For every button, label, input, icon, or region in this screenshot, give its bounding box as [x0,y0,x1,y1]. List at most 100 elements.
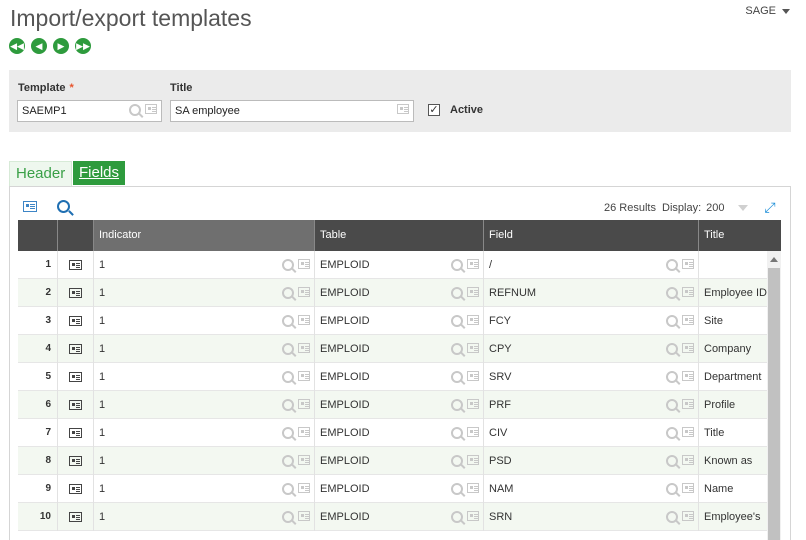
user-menu[interactable]: SAGE [745,5,790,17]
cell-field[interactable]: CPY [484,335,699,363]
details-icon[interactable] [467,371,479,381]
details-icon[interactable] [397,104,409,114]
cell-field[interactable]: CIV [484,419,699,447]
row-detail-button[interactable] [58,363,94,391]
search-icon[interactable] [666,483,678,495]
previous-record-icon[interactable]: ◀ [31,38,47,54]
details-icon[interactable] [298,427,310,437]
search-icon[interactable] [282,483,294,495]
column-header-table[interactable]: Table [315,220,484,251]
details-icon[interactable] [298,287,310,297]
details-icon[interactable] [467,399,479,409]
cell-title[interactable]: Employee ID [699,279,767,307]
details-icon[interactable] [69,288,82,298]
cell-table[interactable]: EMPLOID [315,447,484,475]
search-icon[interactable] [282,399,294,411]
details-icon[interactable] [467,483,479,493]
details-icon[interactable] [682,287,694,297]
vertical-scrollbar[interactable] [767,251,781,540]
search-icon[interactable] [666,259,678,271]
row-detail-button[interactable] [58,475,94,503]
search-icon[interactable] [451,315,463,327]
column-header-indicator[interactable]: Indicator [94,220,315,251]
row-detail-button[interactable] [58,391,94,419]
cell-title[interactable]: Company [699,335,767,363]
details-icon[interactable] [682,399,694,409]
search-icon[interactable] [451,343,463,355]
search-icon[interactable] [451,511,463,523]
search-icon[interactable] [282,371,294,383]
search-icon[interactable] [666,399,678,411]
search-icon[interactable] [666,287,678,299]
cell-title[interactable]: Known as [699,447,767,475]
details-icon[interactable] [682,259,694,269]
cell-field[interactable]: PSD [484,447,699,475]
search-icon[interactable] [282,427,294,439]
table-row[interactable]: 5 1 EMPLOID SRV Department [18,363,767,391]
cell-field[interactable]: SRN [484,503,699,531]
table-row[interactable]: 7 1 EMPLOID CIV Title [18,419,767,447]
column-header-title[interactable]: Title [699,220,781,251]
table-row[interactable]: 6 1 EMPLOID PRF Profile [18,391,767,419]
row-detail-button[interactable] [58,335,94,363]
first-record-icon[interactable]: ◀◀ [9,38,25,54]
search-icon[interactable] [666,511,678,523]
cell-table[interactable]: EMPLOID [315,363,484,391]
details-icon[interactable] [298,399,310,409]
cell-indicator[interactable]: 1 [94,503,315,531]
cell-indicator[interactable]: 1 [94,391,315,419]
cell-field[interactable]: FCY [484,307,699,335]
table-row[interactable]: 9 1 EMPLOID NAM Name [18,475,767,503]
cell-indicator[interactable]: 1 [94,363,315,391]
details-icon[interactable] [682,315,694,325]
cell-field[interactable]: PRF [484,391,699,419]
display-select[interactable]: Display: 200 [662,202,749,214]
details-icon[interactable] [467,455,479,465]
scroll-up-icon[interactable] [770,257,778,262]
search-icon[interactable] [451,455,463,467]
details-icon[interactable] [467,287,479,297]
next-record-icon[interactable]: ▶ [53,38,69,54]
details-icon[interactable] [69,344,82,354]
details-icon[interactable] [682,427,694,437]
search-icon[interactable] [451,399,463,411]
details-icon[interactable] [69,316,82,326]
cell-indicator[interactable]: 1 [94,447,315,475]
template-field[interactable]: SAEMP1 [17,100,162,122]
search-icon[interactable] [451,427,463,439]
tab-fields[interactable]: Fields [73,161,126,185]
row-detail-button[interactable] [58,279,94,307]
cell-table[interactable]: EMPLOID [315,419,484,447]
table-row[interactable]: 1 1 EMPLOID / [18,251,767,279]
search-icon[interactable] [451,483,463,495]
title-field[interactable]: SA employee [170,100,414,122]
search-icon[interactable] [282,259,294,271]
search-icon[interactable] [666,343,678,355]
tab-header[interactable]: Header [9,161,73,186]
details-icon[interactable] [69,484,82,494]
details-icon[interactable] [69,512,82,522]
row-detail-button[interactable] [58,251,94,279]
details-icon[interactable] [298,371,310,381]
details-icon[interactable] [467,511,479,521]
cell-table[interactable]: EMPLOID [315,307,484,335]
search-icon[interactable] [666,427,678,439]
cell-title[interactable]: Employee's [699,503,767,531]
cell-indicator[interactable]: 1 [94,475,315,503]
details-icon[interactable] [298,315,310,325]
details-icon[interactable] [298,483,310,493]
last-record-icon[interactable]: ▶▶ [75,38,91,54]
cell-indicator[interactable]: 1 [94,279,315,307]
cell-title[interactable]: Profile [699,391,767,419]
cell-field[interactable]: / [484,251,699,279]
cell-title[interactable]: Name [699,475,767,503]
cell-table[interactable]: EMPLOID [315,335,484,363]
search-icon[interactable] [666,371,678,383]
cell-table[interactable]: EMPLOID [315,251,484,279]
details-icon[interactable] [69,372,82,382]
scrollbar-thumb[interactable] [768,268,780,540]
details-icon[interactable] [682,343,694,353]
details-icon[interactable] [682,371,694,381]
details-icon[interactable] [298,343,310,353]
details-icon[interactable] [682,511,694,521]
